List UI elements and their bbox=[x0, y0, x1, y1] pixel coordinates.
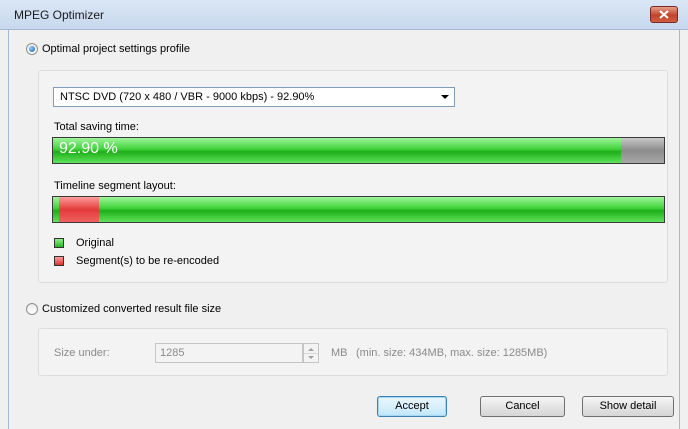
title-bar: MPEG Optimizer bbox=[0, 0, 688, 30]
size-under-label: Size under: bbox=[54, 347, 110, 359]
legend-original-swatch bbox=[54, 238, 64, 248]
spinner-up-icon[interactable] bbox=[308, 348, 314, 351]
custom-size-label[interactable]: Customized converted result file size bbox=[42, 303, 221, 315]
profile-dropdown[interactable]: NTSC DVD (720 x 480 / VBR - 9000 kbps) -… bbox=[53, 87, 455, 107]
size-input-value: 1285 bbox=[160, 347, 185, 359]
close-button[interactable] bbox=[650, 6, 678, 23]
radio-selected-dot bbox=[29, 46, 35, 52]
spinner-down-icon[interactable] bbox=[308, 356, 314, 359]
legend-reencode-label: Segment(s) to be re-encoded bbox=[76, 255, 220, 267]
saving-time-fill bbox=[53, 138, 621, 163]
saving-time-percent: 92.90 % bbox=[59, 140, 118, 157]
custom-size-panel bbox=[38, 328, 668, 376]
optimal-profile-radio[interactable] bbox=[26, 43, 38, 55]
legend-reencode-swatch bbox=[54, 256, 64, 266]
window-title: MPEG Optimizer bbox=[14, 8, 105, 22]
legend-original-label: Original bbox=[76, 237, 114, 249]
cancel-button[interactable]: Cancel bbox=[480, 396, 565, 417]
profile-dropdown-value: NTSC DVD (720 x 480 / VBR - 9000 kbps) -… bbox=[60, 91, 315, 103]
close-icon bbox=[659, 10, 669, 19]
chevron-down-icon bbox=[441, 95, 449, 99]
saving-time-remainder bbox=[620, 138, 664, 163]
size-spinner[interactable] bbox=[303, 343, 319, 363]
timeline-reencode-segment bbox=[59, 197, 99, 222]
optimal-profile-label[interactable]: Optimal project settings profile bbox=[42, 43, 190, 55]
spinner-divider bbox=[304, 353, 318, 354]
dialog-body: Optimal project settings profile NTSC DV… bbox=[8, 30, 680, 429]
timeline-label: Timeline segment layout: bbox=[54, 180, 176, 192]
custom-size-radio[interactable] bbox=[26, 303, 38, 315]
saving-time-label: Total saving time: bbox=[54, 121, 139, 133]
timeline-segment-bar bbox=[52, 196, 665, 223]
size-unit: MB bbox=[331, 347, 348, 359]
size-hint: (min. size: 434MB, max. size: 1285MB) bbox=[356, 347, 548, 359]
show-detail-button[interactable]: Show detail bbox=[582, 396, 674, 417]
timeline-original-segment bbox=[53, 197, 664, 222]
accept-button[interactable]: Accept bbox=[377, 396, 447, 417]
saving-time-bar: 92.90 % bbox=[52, 137, 665, 164]
size-input[interactable]: 1285 bbox=[155, 343, 303, 363]
